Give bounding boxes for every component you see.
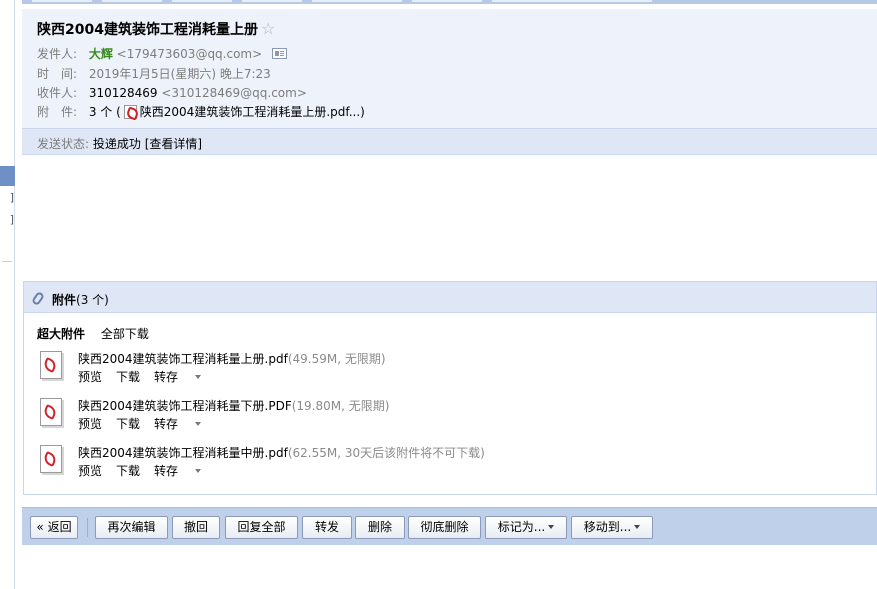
attachments-count: (3 个) bbox=[76, 293, 109, 307]
attachment-filename[interactable]: 陕西2004建筑装饰工程消耗量上册.pdf bbox=[78, 352, 288, 366]
download-link[interactable]: 下载 bbox=[116, 464, 140, 478]
to-label: 收件人: bbox=[37, 86, 78, 100]
attachments-header: 附件(3 个) bbox=[24, 282, 876, 313]
top-button-edge[interactable] bbox=[412, 0, 482, 2]
bottom-toolbar: « 返回 再次编辑 撤回 回复全部 转发 删除 彻底删除 标记为... 移动到.… bbox=[22, 507, 877, 545]
from-label: 发件人: bbox=[37, 47, 78, 61]
recipient-name[interactable]: 310128469 bbox=[89, 86, 158, 100]
time-row: 时 间: 2019年1月5日(星期六) 晚上7:23 bbox=[37, 65, 271, 82]
recipient-email[interactable]: <310128469@qq.com> bbox=[161, 86, 307, 100]
attachment-actions: 预览 下载 转存 bbox=[78, 368, 215, 385]
download-all-link[interactable]: 全部下载 bbox=[101, 327, 149, 341]
from-row: 发件人: 大辉 <179473603@qq.com> bbox=[37, 45, 287, 62]
sidebar-selected-item[interactable] bbox=[0, 166, 15, 186]
delivery-status: 发送状态: 投递成功 [查看详情] bbox=[37, 135, 202, 152]
star-icon[interactable]: ☆ bbox=[261, 19, 275, 38]
mark-as-dropdown[interactable]: 标记为... bbox=[485, 516, 567, 539]
sidebar-bracket-2: ] bbox=[9, 213, 14, 226]
attachment-size: (49.59M, 无限期) bbox=[287, 352, 386, 366]
top-toolbar-remnant bbox=[22, 0, 877, 4]
preview-link[interactable]: 预览 bbox=[78, 370, 102, 384]
sender-name[interactable]: 大辉 bbox=[89, 47, 113, 61]
pdf-icon bbox=[123, 105, 137, 119]
attachment-row: 附 件: 3 个 ( 陕西2004建筑装饰工程消耗量上册.pdf...) bbox=[37, 103, 365, 120]
dropdown-caret-icon bbox=[195, 422, 202, 426]
attachments-panel: 附件(3 个) 超大附件 全部下载 陕西2004建筑装饰工程消耗量上册.pdf(… bbox=[23, 281, 877, 495]
dropdown-caret-icon bbox=[195, 375, 202, 379]
attachment-item: 陕西2004建筑装饰工程消耗量上册.pdf(49.59M, 无限期) 预览 下载转… bbox=[37, 350, 867, 390]
mail-header: 陕西2004建筑装饰工程消耗量上册 ☆ 发件人: 大辉 <179473603@qq… bbox=[22, 9, 877, 128]
attachments-title-label: 附件 bbox=[52, 293, 77, 307]
super-attachment-row: 超大附件 全部下载 bbox=[37, 325, 149, 342]
attachment-title: 陕西2004建筑装饰工程消耗量中册.pdf(62.55M, 30天后该附件将不可… bbox=[78, 444, 485, 461]
save-to-dropdown[interactable]: 转存 bbox=[154, 370, 202, 384]
download-link[interactable]: 下载 bbox=[116, 370, 140, 384]
paperclip-icon bbox=[30, 290, 46, 307]
delete-permanent-button[interactable]: 彻底删除 bbox=[408, 516, 481, 539]
super-attachment-label: 超大附件 bbox=[37, 327, 86, 341]
top-button-edge[interactable] bbox=[32, 0, 92, 2]
dropdown-caret-icon bbox=[548, 525, 555, 529]
attachment-first-link[interactable]: 陕西2004建筑装饰工程消耗量上册.pdf...) bbox=[140, 105, 365, 119]
attachment-size: (62.55M, 30天后该附件将不可下载) bbox=[287, 446, 485, 460]
reply-all-button[interactable]: 回复全部 bbox=[225, 516, 298, 539]
move-to-dropdown[interactable]: 移动到... bbox=[571, 516, 653, 539]
top-button-edge[interactable] bbox=[172, 0, 232, 2]
pdf-icon bbox=[37, 445, 67, 476]
forward-button[interactable]: 转发 bbox=[302, 516, 352, 539]
download-link[interactable]: 下载 bbox=[116, 417, 140, 431]
back-button[interactable]: « 返回 bbox=[30, 516, 78, 539]
attachment-filename[interactable]: 陕西2004建筑装饰工程消耗量中册.pdf bbox=[78, 446, 288, 460]
dropdown-caret-icon bbox=[195, 469, 202, 473]
status-details-link[interactable]: [查看详情] bbox=[145, 137, 202, 151]
save-to-label: 转存 bbox=[154, 370, 179, 384]
top-button-edge[interactable] bbox=[102, 0, 162, 2]
attachment-filename[interactable]: 陕西2004建筑装饰工程消耗量下册.PDF bbox=[78, 399, 292, 413]
top-button-edge[interactable] bbox=[242, 0, 302, 2]
attachment-item: 陕西2004建筑装饰工程消耗量中册.pdf(62.55M, 30天后该附件将不可… bbox=[37, 444, 867, 484]
save-to-label: 转存 bbox=[154, 464, 179, 478]
dropdown-caret-icon bbox=[634, 525, 641, 529]
save-to-dropdown[interactable]: 转存 bbox=[154, 464, 202, 478]
attachment-count: 3 个 ( bbox=[88, 105, 121, 119]
recall-button[interactable]: 撤回 bbox=[172, 516, 220, 539]
attachments-title: 附件(3 个) bbox=[52, 291, 109, 308]
pdf-icon bbox=[37, 398, 67, 429]
attachment-size: (19.80M, 无限期) bbox=[291, 399, 390, 413]
attachment-item: 陕西2004建筑装饰工程消耗量下册.PDF(19.80M, 无限期) 预览 下载转… bbox=[37, 397, 867, 437]
sender-email[interactable]: <179473603@qq.com> bbox=[117, 47, 263, 61]
move-to-label: 移动到... bbox=[583, 520, 632, 534]
reedit-button[interactable]: 再次编辑 bbox=[95, 516, 168, 539]
sidebar-divider bbox=[2, 261, 12, 262]
attachment-label: 附 件: bbox=[37, 105, 78, 119]
save-to-label: 转存 bbox=[154, 417, 179, 431]
sidebar-bracket-1: ] bbox=[9, 191, 14, 204]
mail-subject: 陕西2004建筑装饰工程消耗量上册 bbox=[37, 22, 258, 38]
delivery-status-bar: 发送状态: 投递成功 [查看详情] bbox=[22, 128, 877, 155]
toolbar-separator bbox=[87, 518, 88, 537]
pdf-icon bbox=[37, 351, 67, 382]
status-label: 发送状态: bbox=[37, 137, 90, 151]
sidebar-edge: ] ] bbox=[0, 0, 15, 589]
preview-link[interactable]: 预览 bbox=[78, 464, 102, 478]
top-button-edge[interactable] bbox=[312, 0, 402, 2]
vcard-icon[interactable] bbox=[272, 48, 287, 59]
time-label: 时 间: bbox=[37, 67, 78, 81]
to-row: 收件人: 310128469 <310128469@qq.com> bbox=[37, 84, 307, 101]
attachment-title: 陕西2004建筑装饰工程消耗量下册.PDF(19.80M, 无限期) bbox=[78, 397, 389, 414]
delete-button[interactable]: 删除 bbox=[355, 516, 405, 539]
preview-link[interactable]: 预览 bbox=[78, 417, 102, 431]
time-value: 2019年1月5日(星期六) 晚上7:23 bbox=[88, 67, 271, 81]
top-button-edge[interactable] bbox=[492, 0, 652, 2]
attachment-actions: 预览 下载 转存 bbox=[78, 462, 215, 479]
mail-subject-row: 陕西2004建筑装饰工程消耗量上册 ☆ bbox=[37, 19, 275, 39]
mark-as-label: 标记为... bbox=[497, 520, 546, 534]
status-value: 投递成功 bbox=[92, 137, 141, 151]
save-to-dropdown[interactable]: 转存 bbox=[154, 417, 202, 431]
attachment-title: 陕西2004建筑装饰工程消耗量上册.pdf(49.59M, 无限期) bbox=[78, 350, 386, 367]
attachment-actions: 预览 下载 转存 bbox=[78, 415, 215, 432]
